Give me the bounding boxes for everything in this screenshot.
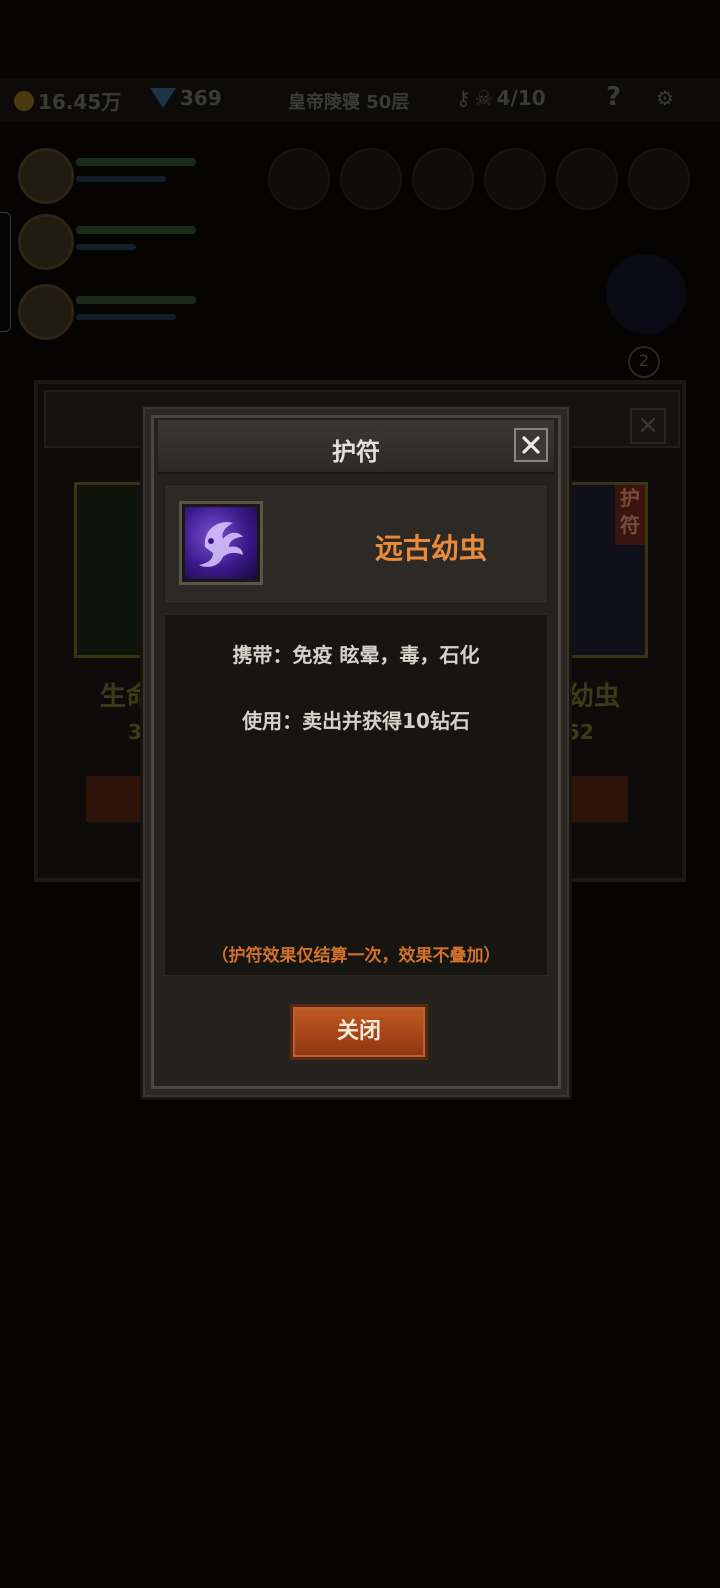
settings-icon[interactable]: ⚙ [656,86,674,110]
dialog-title: 护符 [332,438,380,466]
side-tab[interactable] [0,212,11,332]
top-status-bar: 16.45万 369 皇帝陵寝 50层 ⚷ ☠ 4/10 ? ⚙ [0,78,720,122]
hero-avatar[interactable] [18,214,74,270]
item-icon-frame [179,501,263,585]
key-value: 4/10 [496,86,546,110]
help-button[interactable]: ? [606,82,621,112]
gold-counter: 16.45万 [14,86,121,115]
gold-value: 16.45万 [38,90,122,114]
enemy-slot[interactable] [556,148,618,210]
enemy-slot[interactable] [484,148,546,210]
stage-label: 皇帝陵寝 50层 [288,92,410,113]
amulet-dialog: 护符 远古幼虫 携带：免疫 眩晕，毒，石化 使用：卖出并获得10钻石 （护符效果… [140,404,572,1100]
amulet-tag: 护符 [615,485,645,545]
carry-effect-text: 携带：免疫 眩晕，毒，石化 [232,643,480,667]
item-name: 远古幼虫 [374,532,487,565]
use-effect-text: 使用：卖出并获得10钻石 [242,709,470,733]
enemy-slot[interactable] [340,148,402,210]
enemy-slot[interactable] [628,148,690,210]
diamond-icon [150,88,176,108]
hero-mp-bar [76,176,166,182]
shop-close-icon[interactable]: × [630,408,666,444]
enemy-slot[interactable] [268,148,330,210]
close-icon[interactable] [514,428,548,462]
item-header: 远古幼虫 [164,484,548,604]
item-description: 携带：免疫 眩晕，毒，石化 使用：卖出并获得10钻石 （护符效果仅结算一次，效果… [164,614,548,976]
portal-badge: 2 [628,346,660,378]
skull-icon: ☠ [474,86,493,110]
enemy-slot[interactable] [412,148,474,210]
key-icon: ⚷ [456,86,471,110]
hero-avatar[interactable] [18,284,74,340]
close-button[interactable]: 关闭 [290,1004,428,1060]
right-card-name: 幼虫 [568,682,621,712]
diamond-counter: 369 [150,86,222,110]
hero-hp-bar [76,296,196,304]
hero-hp-bar [76,158,196,166]
hero-mp-bar [76,244,136,250]
hero-avatar[interactable] [18,148,74,204]
key-counter: ⚷ ☠ 4/10 [456,86,546,110]
portal-icon[interactable] [606,254,686,334]
hero-mp-bar [76,314,176,320]
dialog-frame: 护符 远古幼虫 携带：免疫 眩晕，毒，石化 使用：卖出并获得10钻石 （护符效果… [151,415,561,1089]
dialog-title-bar: 护符 [158,420,554,474]
ancient-larva-icon [185,507,257,579]
hero-hp-bar [76,226,196,234]
gold-coin-icon [14,90,34,111]
diamond-value: 369 [180,86,222,110]
effect-note: （护符效果仅结算一次，效果不叠加） [211,946,501,966]
close-icon-glyph [522,436,540,454]
